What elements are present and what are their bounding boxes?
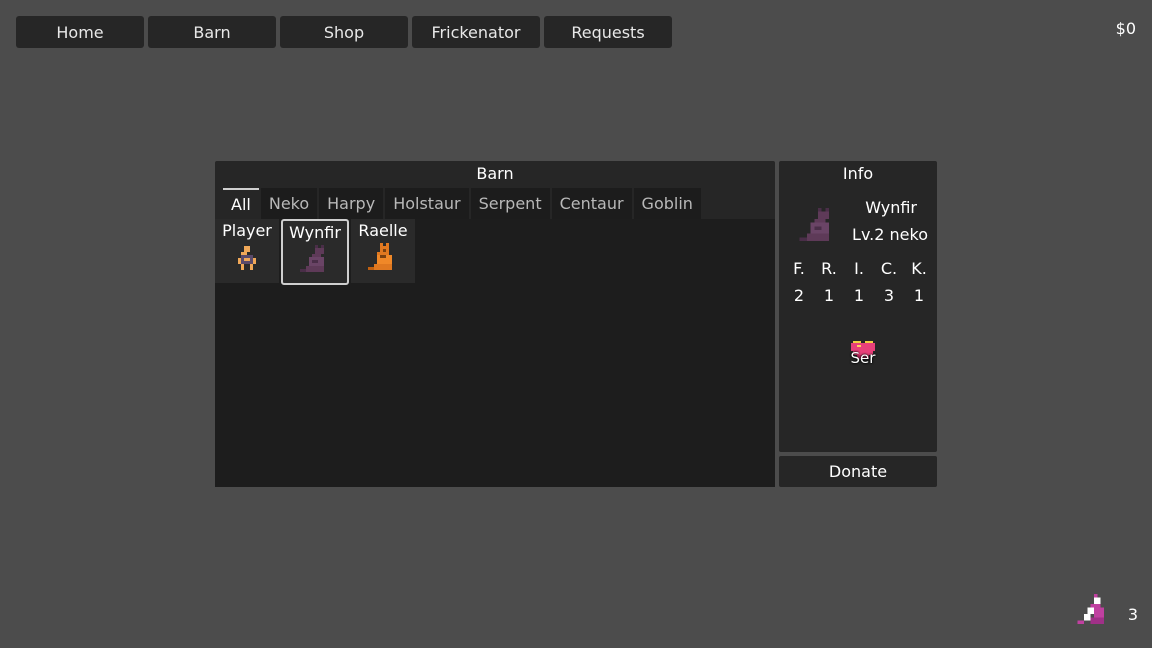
nav-barn-button[interactable]: Barn [148, 16, 276, 48]
character-card-wynfir[interactable]: Wynfir [281, 219, 349, 285]
nav-home-button[interactable]: Home [16, 16, 144, 48]
player-sprite-icon [238, 246, 256, 270]
tab-centaur[interactable]: Centaur [551, 188, 632, 219]
barn-panel: Barn All Neko Harpy Holstaur Serpent Cen… [215, 161, 775, 487]
character-name: Raelle [358, 221, 408, 240]
stat-c: C. 3 [875, 259, 903, 305]
trait-label: Ser [850, 349, 876, 367]
orange-sprite-icon [368, 243, 392, 270]
character-list: Player Wynfir Raelle [215, 219, 415, 285]
creature-counter: 3 [1074, 594, 1138, 634]
neko-portrait-icon [799, 208, 829, 241]
tab-neko[interactable]: Neko [260, 188, 318, 219]
character-name: Wynfir [289, 223, 341, 242]
tab-all[interactable]: All [223, 188, 259, 219]
stat-value: 1 [913, 286, 925, 305]
tab-goblin[interactable]: Goblin [633, 188, 701, 219]
info-title: Info [842, 164, 874, 183]
nav-shop-button[interactable]: Shop [280, 16, 408, 48]
stat-value: 1 [853, 286, 865, 305]
stat-value: 2 [793, 286, 805, 305]
info-character-level: Lv.2 neko [852, 225, 928, 244]
barn-tabs: All Neko Harpy Holstaur Serpent Centaur … [223, 188, 701, 219]
neko-sprite-icon [300, 245, 324, 272]
stat-k: K. 1 [905, 259, 933, 305]
stat-value: 3 [883, 286, 895, 305]
tab-serpent[interactable]: Serpent [470, 188, 550, 219]
creature-count: 3 [1127, 604, 1138, 624]
stat-label: F. [793, 259, 805, 278]
stat-label: K. [911, 259, 927, 278]
tab-holstaur[interactable]: Holstaur [385, 188, 469, 219]
barn-content: Player Wynfir Raelle [215, 219, 775, 487]
stat-label: I. [854, 259, 864, 278]
stat-value: 1 [823, 286, 835, 305]
stat-label: R. [821, 259, 837, 278]
stat-f: F. 2 [785, 259, 813, 305]
info-panel: Info Wynfir Lv.2 neko F. 2 R. 1 I. 1 C. … [779, 161, 937, 452]
stats-row: F. 2 R. 1 I. 1 C. 3 K. 1 [785, 259, 933, 305]
money-display: $0 [1115, 19, 1136, 38]
info-character-name: Wynfir [865, 198, 917, 217]
pink-creature-icon [1077, 594, 1104, 624]
stat-i: I. 1 [845, 259, 873, 305]
stat-label: C. [880, 259, 898, 278]
donate-button[interactable]: Donate [779, 456, 937, 487]
stat-r: R. 1 [815, 259, 843, 305]
character-name: Player [222, 221, 272, 240]
character-card-raelle[interactable]: Raelle [351, 219, 415, 283]
nav-frickenator-button[interactable]: Frickenator [412, 16, 540, 48]
top-nav: Home Barn Shop Frickenator Requests [16, 16, 672, 48]
trait-badge[interactable]: Ser [843, 339, 883, 367]
nav-requests-button[interactable]: Requests [544, 16, 672, 48]
barn-title: Barn [476, 164, 514, 183]
character-card-player[interactable]: Player [215, 219, 279, 283]
tab-harpy[interactable]: Harpy [319, 188, 384, 219]
